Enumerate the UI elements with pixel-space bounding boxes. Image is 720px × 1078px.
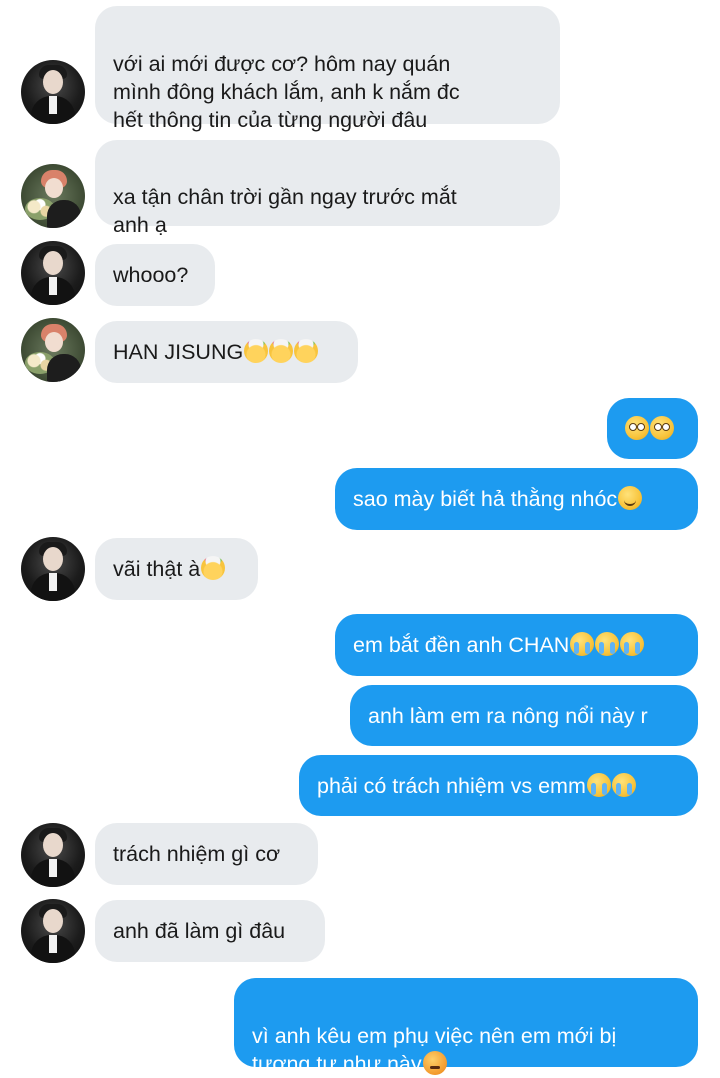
slightly-smiling-face-icon <box>618 486 643 510</box>
message-text: trách nhiệm gì cơ <box>113 842 281 866</box>
message-bubble[interactable]: với ai mới được cơ? hôm nay quán mình đô… <box>95 6 560 132</box>
message-text: xa tận chân trời gần ngay trước mắt anh … <box>113 185 457 237</box>
message-text: phải có trách nhiệm vs emm <box>317 774 586 798</box>
avatar[interactable] <box>21 60 85 124</box>
message-bubble[interactable]: anh làm em ra nông nổi này r <box>350 685 698 746</box>
message-text: sao mày biết hả thằng nhóc <box>353 487 618 511</box>
message-bubble[interactable] <box>607 398 698 459</box>
exploding-head-icon <box>244 339 269 363</box>
message-bubble[interactable]: sao mày biết hả thằng nhóc <box>335 468 698 530</box>
message-bubble[interactable]: vãi thật à <box>95 538 258 600</box>
flushed-face-icon <box>625 416 649 440</box>
flushed-face-icon <box>650 416 674 440</box>
loudly-crying-face-icon <box>570 632 595 656</box>
message-text: whooo? <box>113 263 189 287</box>
message-bubble[interactable]: xa tận chân trời gần ngay trước mắt anh … <box>95 140 560 237</box>
message-text: anh làm em ra nông nổi này r <box>368 704 648 728</box>
avatar[interactable] <box>21 318 85 382</box>
loudly-crying-face-icon <box>611 773 636 797</box>
message-text: em bắt đền anh CHAN <box>353 633 570 657</box>
message-text: vãi thật à <box>113 557 201 581</box>
message-text: anh đã làm gì đâu <box>113 919 286 943</box>
loudly-crying-face-icon <box>620 632 645 656</box>
exploding-head-icon <box>201 556 226 580</box>
message-bubble[interactable]: em bắt đền anh CHAN <box>335 614 698 676</box>
exploding-head-icon <box>269 339 294 363</box>
loudly-crying-face-icon <box>586 773 611 797</box>
message-bubble[interactable]: whooo? <box>95 244 215 306</box>
pouting-face-icon <box>422 1051 447 1075</box>
message-bubble[interactable]: HAN JISUNG <box>95 321 358 383</box>
avatar[interactable] <box>21 823 85 887</box>
loudly-crying-face-icon <box>595 632 620 656</box>
message-bubble[interactable]: phải có trách nhiệm vs emm <box>299 755 698 816</box>
avatar[interactable] <box>21 241 85 305</box>
avatar[interactable] <box>21 537 85 601</box>
message-bubble[interactable]: trách nhiệm gì cơ <box>95 823 318 885</box>
avatar[interactable] <box>21 899 85 963</box>
message-text: với ai mới được cơ? hôm nay quán mình đô… <box>113 52 460 132</box>
message-text: HAN JISUNG <box>113 340 244 364</box>
avatar[interactable] <box>21 164 85 228</box>
message-bubble[interactable]: vì anh kêu em phụ việc nên em mới bị tươ… <box>234 978 698 1076</box>
exploding-head-icon <box>294 339 319 363</box>
message-bubble[interactable]: anh đã làm gì đâu <box>95 900 325 962</box>
